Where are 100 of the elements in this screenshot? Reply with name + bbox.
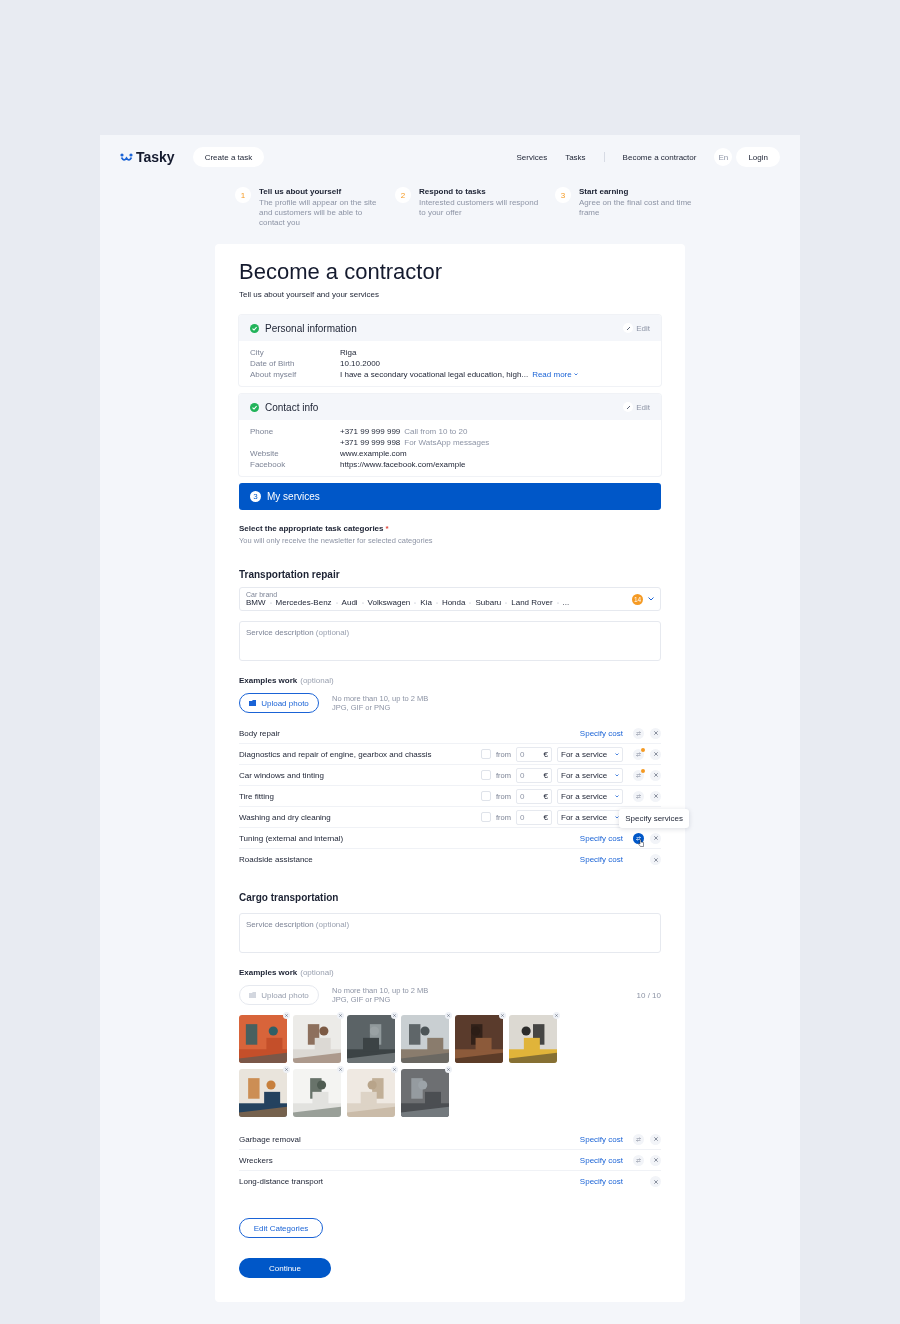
language-button[interactable]: En [714,148,733,166]
description-field[interactable]: Service description (optional) [239,913,661,953]
remove-photo-button[interactable] [553,1012,560,1019]
field-value: Riga [340,347,357,358]
create-task-button[interactable]: Create a task [192,147,265,167]
step-description: Interested customers will respond to your offer [419,198,539,218]
field-note: For WatsApp messages [404,437,490,448]
chevron-down-icon [615,752,619,756]
swap-icon [636,751,641,757]
close-icon [501,1014,504,1017]
close-icon [339,1014,342,1017]
close-icon [653,731,658,735]
read-more-link[interactable]: Read more [532,369,578,380]
chevron-down-icon [615,815,619,819]
remove-photo-button[interactable] [445,1012,452,1019]
close-icon [447,1068,450,1071]
price-input[interactable]: 0 € [516,746,552,762]
service-name: Wreckers [239,1155,274,1165]
remove-button[interactable] [650,1176,661,1187]
specify-cost-link[interactable]: Specify cost [579,833,623,843]
close-icon [653,773,658,777]
edit-categories-button[interactable]: Edit Categories [239,1218,323,1238]
specify-cost-link[interactable]: Specify cost [579,1177,623,1186]
logo-text: Tasky [136,149,175,165]
step-description: The profile will appear on the site and customers will be able to contact you [259,198,378,228]
swap-icon [636,835,641,841]
specify-cost-link[interactable]: Specify cost [579,1155,623,1165]
nav-link[interactable]: Services [516,152,548,162]
field-value: 10.10.2000 [340,358,381,369]
remove-button[interactable] [650,1133,661,1145]
close-icon [653,836,658,840]
step-number: 1 [235,187,251,203]
remove-photo-button[interactable] [283,1012,290,1019]
remove-button[interactable] [650,727,661,739]
remove-photo-button[interactable] [445,1066,452,1073]
folder-icon [249,992,257,998]
remove-button[interactable] [650,748,661,760]
field-note: Call from 10 to 20 [404,426,468,437]
group-title: Cargo transportation [239,892,340,903]
close-icon [285,1068,288,1071]
swap-icon [636,793,641,799]
checkbox[interactable] [481,791,491,801]
categories-label: Select the appropriate task categories [239,524,384,533]
field-label: About myself [250,369,298,380]
specify-cost-link[interactable]: Specify cost [579,1134,623,1144]
nav-link[interactable]: Tasks [565,152,586,162]
continue-button[interactable]: Continue [239,1258,331,1278]
close-icon [653,1179,658,1184]
price-input[interactable]: 0 € [516,788,552,804]
chevron-down-icon [615,794,619,798]
nav-link[interactable]: Become a contractor [622,152,697,162]
specify-cost-link[interactable]: Specify cost [579,728,623,738]
remove-photo-button[interactable] [337,1066,344,1073]
close-icon [653,1158,658,1162]
service-name: Body repair [239,728,281,738]
section-title: My services [267,491,320,502]
remove-photo-button[interactable] [391,1012,398,1019]
remove-photo-button[interactable] [337,1012,344,1019]
close-icon [393,1068,396,1071]
remove-photo-button[interactable] [499,1012,506,1019]
group-title: Transportation repair [239,569,341,580]
remove-photo-button[interactable] [391,1066,398,1073]
page-title: Become a contractor [239,258,443,286]
close-icon [555,1014,558,1017]
remove-button[interactable] [650,769,661,781]
photo-counter: 10 / 10 [636,990,661,1000]
unit-select[interactable]: For a service [557,788,623,804]
folder-icon [249,700,257,706]
optional-hint: (optional) [300,676,334,685]
price-input[interactable]: 0 € [516,809,552,825]
unit-select[interactable]: For a service [557,746,623,762]
remove-button[interactable] [650,832,661,844]
login-button[interactable]: Login [736,147,780,167]
upload-photo-button[interactable]: Upload photo [239,693,319,713]
remove-button[interactable] [650,1154,661,1166]
remove-photo-button[interactable] [283,1066,290,1073]
field-value: https://www.facebook.com/example [340,459,466,470]
section-title: Personal information [265,322,357,334]
remove-button[interactable] [650,790,661,802]
step-number: 3 [555,187,571,203]
checkbox[interactable] [481,812,491,822]
field-label: Facebook [250,459,287,470]
remove-button[interactable] [650,854,661,865]
field-label: Date of Birth [250,358,296,369]
step-title: Start earning [579,187,630,196]
unit-select[interactable]: For a service [557,767,623,783]
service-name: Tuning (external and internal) [239,833,345,843]
checkbox[interactable] [481,749,491,759]
close-icon [285,1014,288,1017]
specify-cost-link[interactable]: Specify cost [579,855,623,864]
price-input[interactable]: 0 € [516,767,552,783]
checkbox[interactable] [481,770,491,780]
chevron-down-icon [615,773,619,777]
service-name: Long-distance transport [239,1177,325,1186]
tooltip: Specify services [619,809,689,828]
logo-icon [120,152,133,162]
close-icon [393,1014,396,1017]
field-label: Website [250,448,280,459]
description-field[interactable]: Service description (optional) [239,621,661,661]
close-icon [653,857,658,862]
